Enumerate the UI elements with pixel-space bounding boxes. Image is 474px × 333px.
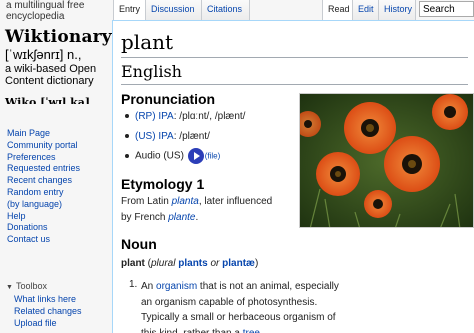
- ipa-transcription-us: : /plænt/: [173, 131, 210, 142]
- etymology-text: .: [195, 212, 199, 223]
- organism-link[interactable]: organism: [156, 281, 197, 292]
- page-title: plant: [121, 30, 174, 54]
- flower-image: [300, 94, 473, 227]
- logo-tagline: a multilingual free encyclopedia: [6, 0, 85, 22]
- toolbox-item-what-links-here[interactable]: What links here: [0, 294, 112, 306]
- sidebar-navigation: Main Page Community portal Preferences R…: [0, 128, 112, 246]
- pronunciation-audio: Audio (US) (file): [125, 148, 220, 164]
- logo-wordmark: Wiktionary: [5, 27, 112, 47]
- accent-link-us[interactable]: (US): [135, 131, 156, 142]
- sidebar-item-help[interactable]: Help: [0, 211, 112, 223]
- plural-punct: ): [254, 258, 259, 269]
- toolbox-item-upload-file[interactable]: Upload file: [0, 318, 112, 330]
- pronunciation-rp: (RP) IPA: /plɑːnt/, /plænt/: [125, 111, 245, 122]
- ipa-link-rp[interactable]: IPA: [158, 111, 173, 122]
- definition-text: .: [259, 327, 263, 333]
- pronunciation-us: (US) IPA: /plænt/: [125, 131, 210, 142]
- logo-description: a wiki-based Open Content dictionary: [5, 63, 97, 87]
- tree-link[interactable]: tree: [243, 328, 260, 333]
- plural-or: or: [207, 258, 223, 269]
- tab-read[interactable]: Read: [322, 0, 352, 20]
- plural-link-plantae[interactable]: plantæ: [222, 258, 255, 269]
- sidebar-item-contact-us[interactable]: Contact us: [0, 234, 112, 246]
- etymology-text: From Latin: [121, 196, 172, 207]
- etymology-text: by French: [121, 212, 169, 223]
- bullet-icon: [125, 134, 129, 139]
- audio-play-button[interactable]: [187, 148, 204, 164]
- definition-number: 1.: [129, 279, 138, 290]
- plural-link-plants[interactable]: plants: [178, 258, 207, 269]
- sidebar-item-main-page[interactable]: Main Page: [0, 128, 112, 140]
- etymology-text: , later influenced: [198, 196, 273, 207]
- language-heading: English: [121, 62, 182, 81]
- definition-1: An organism that is not an animal, espec…: [141, 279, 341, 333]
- sidebar-item-recent-changes[interactable]: Recent changes: [0, 175, 112, 187]
- audio-file-link[interactable]: (file): [205, 152, 221, 161]
- etymology-latin-link[interactable]: planta: [172, 196, 199, 207]
- logo-cutoff-text: Wiko [ˈwɪl ka]: [5, 96, 91, 104]
- toolbox-item-related-changes[interactable]: Related changes: [0, 306, 112, 318]
- accent-link-rp[interactable]: (RP): [135, 111, 156, 122]
- toolbox-list: What links here Related changes Upload f…: [0, 294, 112, 330]
- ipa-transcription-rp: : /plɑːnt/, /plænt/: [173, 111, 246, 122]
- language-divider: [121, 84, 468, 85]
- etymology-line-1: From Latin planta, later influenced: [121, 194, 272, 209]
- headword-line: plant (plural plants or plantæ): [121, 256, 258, 271]
- sidebar-item-preferences[interactable]: Preferences: [0, 152, 112, 164]
- bullet-icon: [125, 154, 129, 158]
- tab-edit[interactable]: Edit: [352, 0, 378, 20]
- site-logo[interactable]: a multilingual free encyclopedia Wiktion…: [0, 0, 112, 104]
- title-divider: [121, 57, 468, 58]
- plant-photo[interactable]: [299, 93, 474, 228]
- sidebar-item-random-entry[interactable]: Random entry: [0, 187, 112, 199]
- search-input[interactable]: [419, 1, 474, 17]
- tab-citations[interactable]: Citations: [201, 0, 250, 20]
- headword: plant: [121, 258, 145, 269]
- plural-label: plural: [151, 258, 176, 269]
- pronunciation-heading: Pronunciation: [121, 91, 216, 107]
- etymology-heading: Etymology 1: [121, 176, 205, 192]
- sidebar-item-community-portal[interactable]: Community portal: [0, 140, 112, 152]
- tab-entry[interactable]: Entry: [113, 0, 145, 20]
- expand-triangle-icon: ▼: [6, 284, 13, 291]
- ipa-link-us[interactable]: IPA: [158, 131, 173, 142]
- audio-label: Audio (US): [135, 150, 184, 162]
- sidebar-item-by-language[interactable]: (by language): [0, 199, 112, 211]
- sidebar-item-donations[interactable]: Donations: [0, 222, 112, 234]
- tab-discussion[interactable]: Discussion: [145, 0, 201, 20]
- bullet-icon: [125, 114, 129, 119]
- definition-text: An: [141, 281, 157, 292]
- sidebar-item-requested-entries[interactable]: Requested entries: [0, 163, 112, 175]
- toolbox-label: Toolbox: [15, 281, 47, 291]
- tab-history[interactable]: History: [378, 0, 416, 20]
- etymology-line-2: by French plante.: [121, 210, 198, 225]
- logo-ipa: [ˈwɪkʃənrɪ] n.,: [5, 47, 82, 62]
- toolbox-toggle[interactable]: ▼ Toolbox: [6, 281, 47, 291]
- noun-heading: Noun: [121, 236, 157, 252]
- etymology-french-link[interactable]: plante: [168, 212, 195, 223]
